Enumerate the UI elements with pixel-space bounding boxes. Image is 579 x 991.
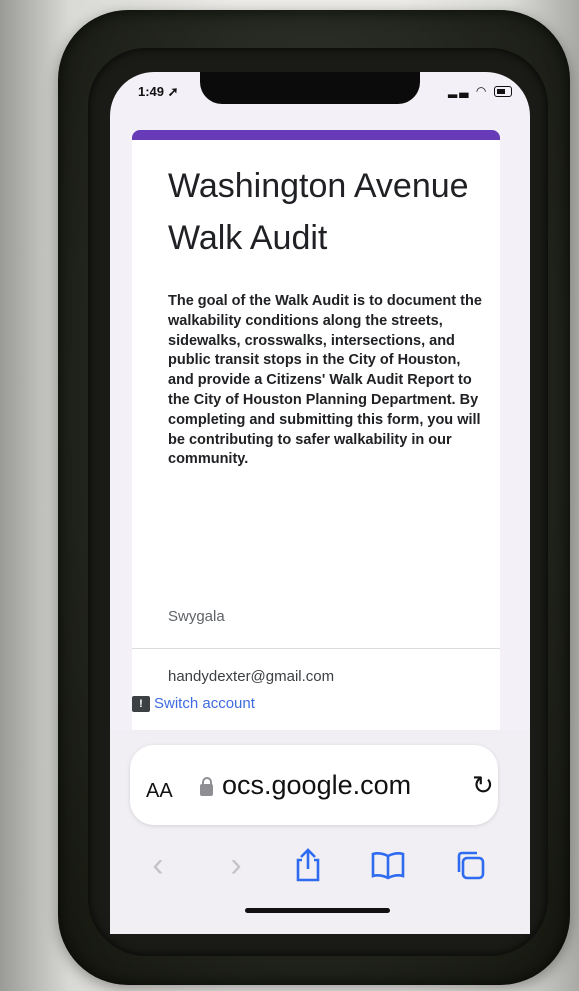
text-size-button[interactable]: AA — [146, 780, 173, 803]
browser-nav-row: ‹ › — [130, 840, 500, 890]
status-time: 1:49 ➚ — [138, 84, 179, 100]
form-title: Washington Avenue Walk Audit — [168, 167, 469, 257]
status-icons: ▂▃ ◠ — [448, 84, 512, 98]
wifi-icon: ◠ — [475, 84, 489, 98]
reload-icon[interactable]: ↻ — [472, 770, 494, 801]
divider — [132, 648, 500, 649]
home-indicator[interactable] — [245, 908, 390, 913]
form-description: The goal of the Walk Audit is to documen… — [168, 293, 482, 468]
phone-notch — [200, 72, 420, 104]
back-button[interactable]: ‹ — [138, 840, 178, 890]
form-owner: Swygala — [168, 608, 225, 625]
form-accent-bar — [132, 130, 500, 140]
lock-icon — [200, 777, 213, 796]
feedback-icon[interactable]: ! — [132, 696, 150, 712]
tabs-icon[interactable] — [450, 840, 490, 895]
form-header-card: Washington Avenue Walk Audit The goal of… — [132, 130, 500, 750]
status-time-text: 1:49 — [138, 84, 165, 99]
share-icon[interactable] — [288, 840, 328, 897]
switch-account-link[interactable]: Switch account — [154, 695, 255, 712]
url-text[interactable]: ocs.google.com — [222, 770, 411, 801]
signal-icon: ▂▃ — [448, 84, 471, 98]
bookmarks-icon[interactable] — [368, 840, 408, 894]
account-email: handydexter@gmail.com — [168, 668, 335, 685]
battery-icon — [493, 86, 512, 98]
location-icon: ➚ — [167, 84, 179, 99]
forward-button[interactable]: › — [216, 840, 256, 890]
